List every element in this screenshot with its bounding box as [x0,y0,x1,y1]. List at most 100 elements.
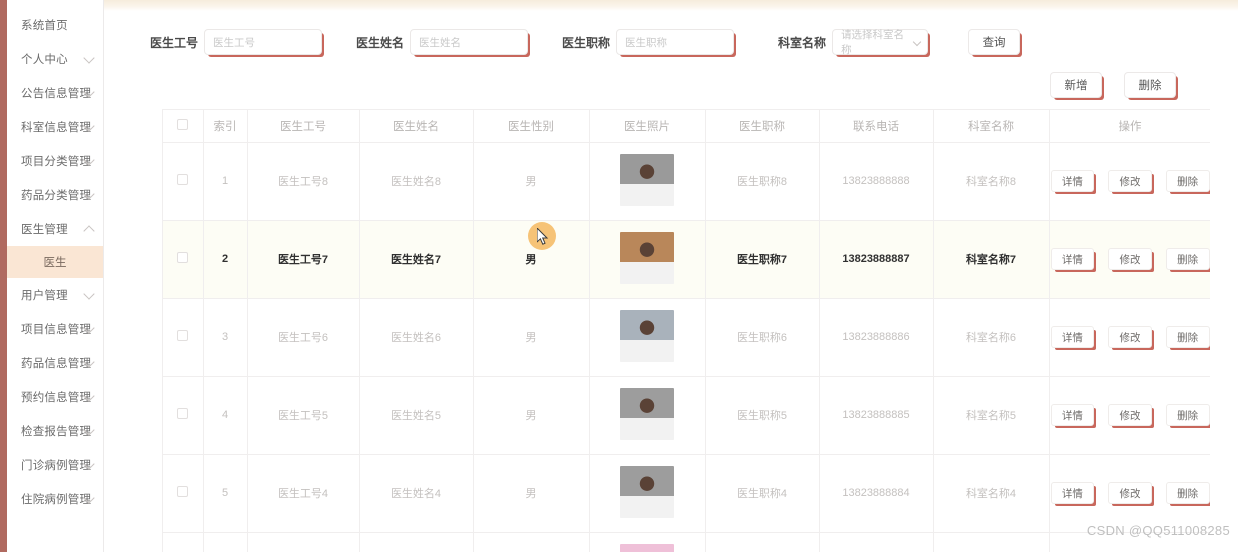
edit-button[interactable]: 修改 [1108,404,1152,426]
row-delete-button-label: 删除 [1177,175,1199,188]
search-input-xingming-placeholder: 医生姓名 [419,36,462,49]
sidebar-item-2[interactable]: 药品信息管理 [7,346,103,380]
table-row[interactable]: 2 医生工号7 医生姓名7 男 医生职称7 13823888887 科室名称7 详情 修改 删除 [163,220,1210,299]
row-dianhua: 13823888885 [819,376,934,455]
edit-button-label: 修改 [1119,487,1141,500]
table-header-select-all[interactable] [163,110,204,143]
row-delete-button[interactable]: 删除 [1165,170,1210,192]
table-header-2: 医生工号 [247,110,360,143]
edit-button[interactable]: 修改 [1108,248,1152,270]
row-select-cell[interactable] [163,298,204,377]
row-delete-button-label: 删除 [1177,487,1199,500]
row-xingming: 医生姓名4 [359,454,474,533]
doctor-table: 索引 医生工号 医生姓名 医生性别 医生照片 医生职称 联系电话 科室名称 操作 1 医生工号8 医… [163,110,1210,552]
table-header-label: 操作 [1118,120,1142,133]
add-button[interactable]: 新增 [1050,72,1102,98]
doctor-photo [620,231,674,284]
row-xingming: 医生姓名6 [359,298,474,377]
detail-button[interactable]: 详情 [1050,482,1095,504]
row-zhicheng [705,532,820,552]
row-select-cell[interactable] [163,220,204,299]
edit-button[interactable]: 修改 [1108,170,1152,192]
row-dianhua: 13823888887 [819,220,934,299]
sidebar-item-6[interactable]: 医生管理 [7,212,103,246]
detail-button[interactable]: 详情 [1050,170,1095,192]
chevron-down-icon [83,288,95,300]
sidebar-item-5[interactable]: 门诊病例管理 [7,448,103,482]
row-delete-button[interactable]: 删除 [1165,326,1210,348]
sidebar-item-2[interactable]: 公告信息管理 [7,76,103,110]
edit-button-label: 修改 [1119,175,1141,188]
row-checkbox[interactable] [177,408,189,419]
edit-button[interactable]: 修改 [1108,326,1152,348]
detail-button[interactable]: 详情 [1050,248,1095,270]
edit-button-label: 修改 [1119,409,1141,422]
table-row[interactable]: 4 医生工号5 医生姓名5 男 医生职称5 13823888885 科室名称5 详情 修改 删除 [163,376,1210,455]
filter-label-keshi: 科室名称 [778,35,827,50]
row-gonghao: 医生工号4 [247,454,360,533]
query-button[interactable]: 查询 [968,29,1021,55]
row-checkbox[interactable] [177,174,189,185]
row-delete-button[interactable]: 删除 [1165,404,1210,426]
edit-button[interactable]: 修改 [1108,482,1152,504]
table-row[interactable] [163,532,1210,552]
sidebar-item-4[interactable]: 检查报告管理 [7,414,103,448]
row-keshi [933,532,1050,552]
row-checkbox[interactable] [177,330,189,341]
delete-button[interactable]: 删除 [1124,72,1176,98]
add-button-label: 新增 [1064,80,1088,92]
sidebar-item-3[interactable]: 预约信息管理 [7,380,103,414]
search-input-xingming[interactable]: 医生姓名 [410,29,529,55]
query-button-label: 查询 [982,37,1006,49]
detail-button[interactable]: 详情 [1050,404,1095,426]
select-all-checkbox[interactable] [177,118,189,130]
row-select-cell[interactable] [163,454,204,533]
row-xingming: 医生姓名5 [359,376,474,455]
row-operations: 详情 修改 删除 [1050,248,1210,270]
table-header-9: 操作 [1049,110,1210,143]
row-xingbie: 男 [473,376,590,455]
sidebar-item-5[interactable]: 药品分类管理 [7,178,103,212]
detail-button[interactable]: 详情 [1050,326,1095,348]
sidebar-item-3[interactable]: 科室信息管理 [7,110,103,144]
row-zhicheng: 医生职称5 [705,376,820,455]
table-header-1: 索引 [203,110,248,143]
search-input-gonghao[interactable]: 医生工号 [204,29,323,55]
filter-label-zhicheng: 医生职称 [562,35,611,50]
row-xingming: 医生姓名7 [359,220,474,299]
row-gonghao: 医生工号6 [247,298,360,377]
sidebar-item-0[interactable]: 系统首页 [7,8,103,42]
row-delete-button[interactable]: 删除 [1165,482,1210,504]
sidebar-item-label: 门诊病例管理 [21,460,92,472]
search-input-zhicheng[interactable]: 医生职称 [616,29,735,55]
sidebar-item-label: 预约信息管理 [21,392,92,404]
row-checkbox[interactable] [177,252,189,263]
table-row[interactable]: 5 医生工号4 医生姓名4 男 医生职称4 13823888884 科室名称4 详情 修改 删除 [163,454,1210,533]
sidebar-item-0[interactable]: 用户管理 [7,278,103,312]
row-delete-button-label: 删除 [1177,409,1199,422]
table-header-label: 医生性别 [508,120,554,133]
sidebar-item-6[interactable]: 住院病例管理 [7,482,103,516]
table-header-6: 医生职称 [705,110,820,143]
search-select-keshi[interactable]: 请选择科室名称 [832,29,929,56]
sidebar-item-label: 个人中心 [21,54,68,66]
row-operations: 详情 修改 删除 [1050,482,1210,504]
row-select-cell[interactable] [163,142,204,221]
app-root: 系统首页 个人中心 公告信息管理 科室信息管理 项目分类管理 药品分类管理 医生管理 医生 … [0,0,1238,552]
table-row[interactable]: 1 医生工号8 医生姓名8 男 医生职称8 13823888888 科室名称8 详情 修改 删除 [163,142,1210,221]
row-select-cell[interactable] [163,376,204,455]
sidebar-item-1[interactable]: 个人中心 [7,42,103,76]
sidebar-item-1[interactable]: 项目信息管理 [7,312,103,346]
row-gonghao: 医生工号7 [247,220,360,299]
row-keshi: 科室名称5 [933,376,1050,455]
top-strip [104,0,1238,11]
row-xingbie [473,532,590,552]
row-zhicheng: 医生职称4 [705,454,820,533]
row-select-cell[interactable] [163,532,204,552]
row-checkbox[interactable] [177,486,189,497]
table-row[interactable]: 3 医生工号6 医生姓名6 男 医生职称6 13823888886 科室名称6 详情 修改 删除 [163,298,1210,377]
sidebar-item-4[interactable]: 项目分类管理 [7,144,103,178]
sidebar-item-doctor[interactable]: 医生 [7,246,103,278]
row-delete-button[interactable]: 删除 [1165,248,1210,270]
chevron-up-icon [83,225,95,237]
